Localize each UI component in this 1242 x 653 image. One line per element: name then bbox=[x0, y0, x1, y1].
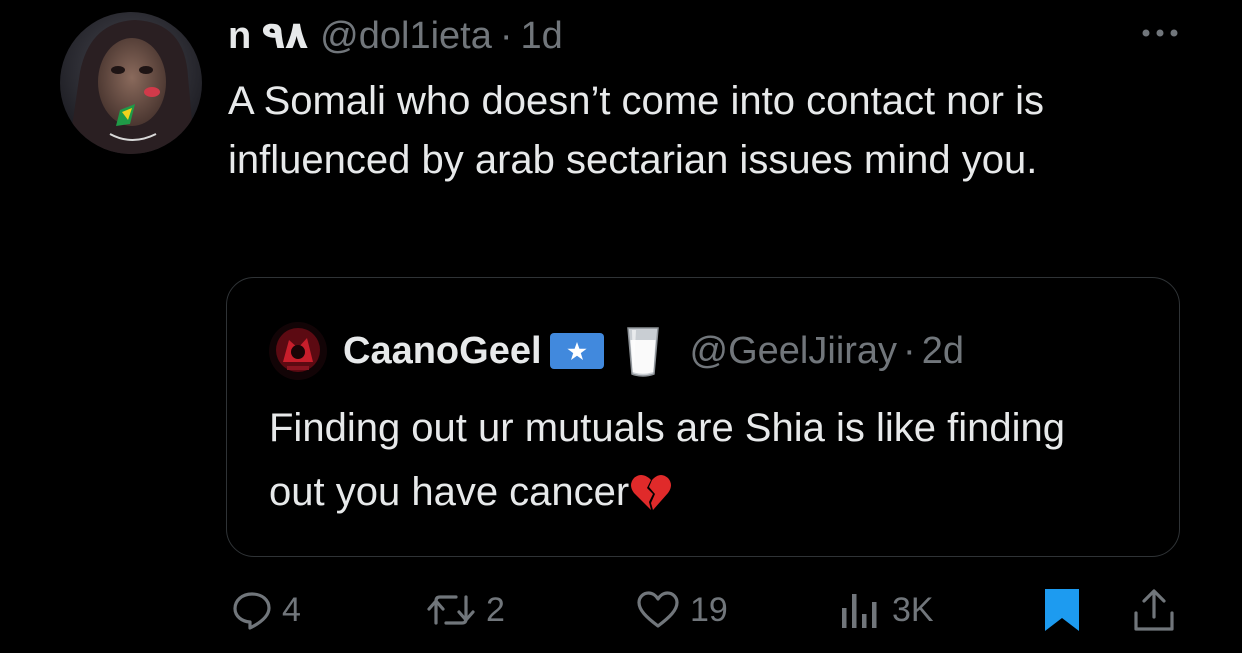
views-button[interactable]: 3K bbox=[838, 580, 934, 640]
reply-count: 4 bbox=[282, 590, 301, 629]
reply-button[interactable]: 4 bbox=[232, 580, 301, 640]
retweet-icon bbox=[426, 590, 476, 630]
somalia-flag-icon bbox=[549, 333, 604, 369]
tweet-text: A Somali who doesn’t come into contact n… bbox=[228, 79, 1044, 182]
quoted-user-handle: @GeelJiiray bbox=[689, 329, 898, 372]
retweet-count: 2 bbox=[486, 590, 505, 629]
like-button[interactable]: 19 bbox=[636, 580, 728, 640]
bookmark-button[interactable] bbox=[1042, 580, 1082, 640]
user-handle[interactable]: @dol1ieta bbox=[320, 14, 492, 58]
more-dots-icon[interactable] bbox=[1140, 26, 1180, 40]
views-count: 3K bbox=[892, 590, 934, 629]
quoted-separator-dot: · bbox=[903, 329, 916, 372]
separator-dot: · bbox=[499, 15, 513, 57]
views-icon bbox=[838, 590, 882, 630]
reply-icon bbox=[232, 590, 272, 630]
heart-icon bbox=[636, 590, 680, 630]
tweet-header: n ٩٨ @dol1ieta · 1d bbox=[228, 14, 563, 58]
quoted-timestamp: 2d bbox=[921, 329, 964, 372]
share-button[interactable] bbox=[1132, 580, 1176, 640]
broken-heart-icon bbox=[629, 469, 673, 513]
display-name[interactable]: n ٩٨ bbox=[228, 14, 308, 58]
avatar[interactable] bbox=[60, 12, 202, 154]
quoted-tweet-text: Finding out ur mutuals are Shia is like … bbox=[269, 396, 1129, 524]
retweet-button[interactable]: 2 bbox=[426, 580, 505, 640]
quoted-avatar bbox=[269, 322, 327, 380]
milk-glass-icon bbox=[626, 324, 660, 378]
share-icon bbox=[1132, 587, 1176, 633]
bookmark-icon bbox=[1042, 586, 1082, 634]
quoted-tweet-card[interactable]: CaanoGeel @GeelJiiray · 2d Finding out u… bbox=[226, 277, 1180, 557]
timestamp[interactable]: 1d bbox=[521, 14, 563, 58]
tweet-actions-bar: 4 2 19 3K bbox=[0, 580, 1242, 640]
like-count: 19 bbox=[690, 590, 728, 629]
quoted-display-name: CaanoGeel bbox=[343, 329, 542, 372]
quoted-tweet-header: CaanoGeel @GeelJiiray · 2d bbox=[269, 322, 964, 380]
